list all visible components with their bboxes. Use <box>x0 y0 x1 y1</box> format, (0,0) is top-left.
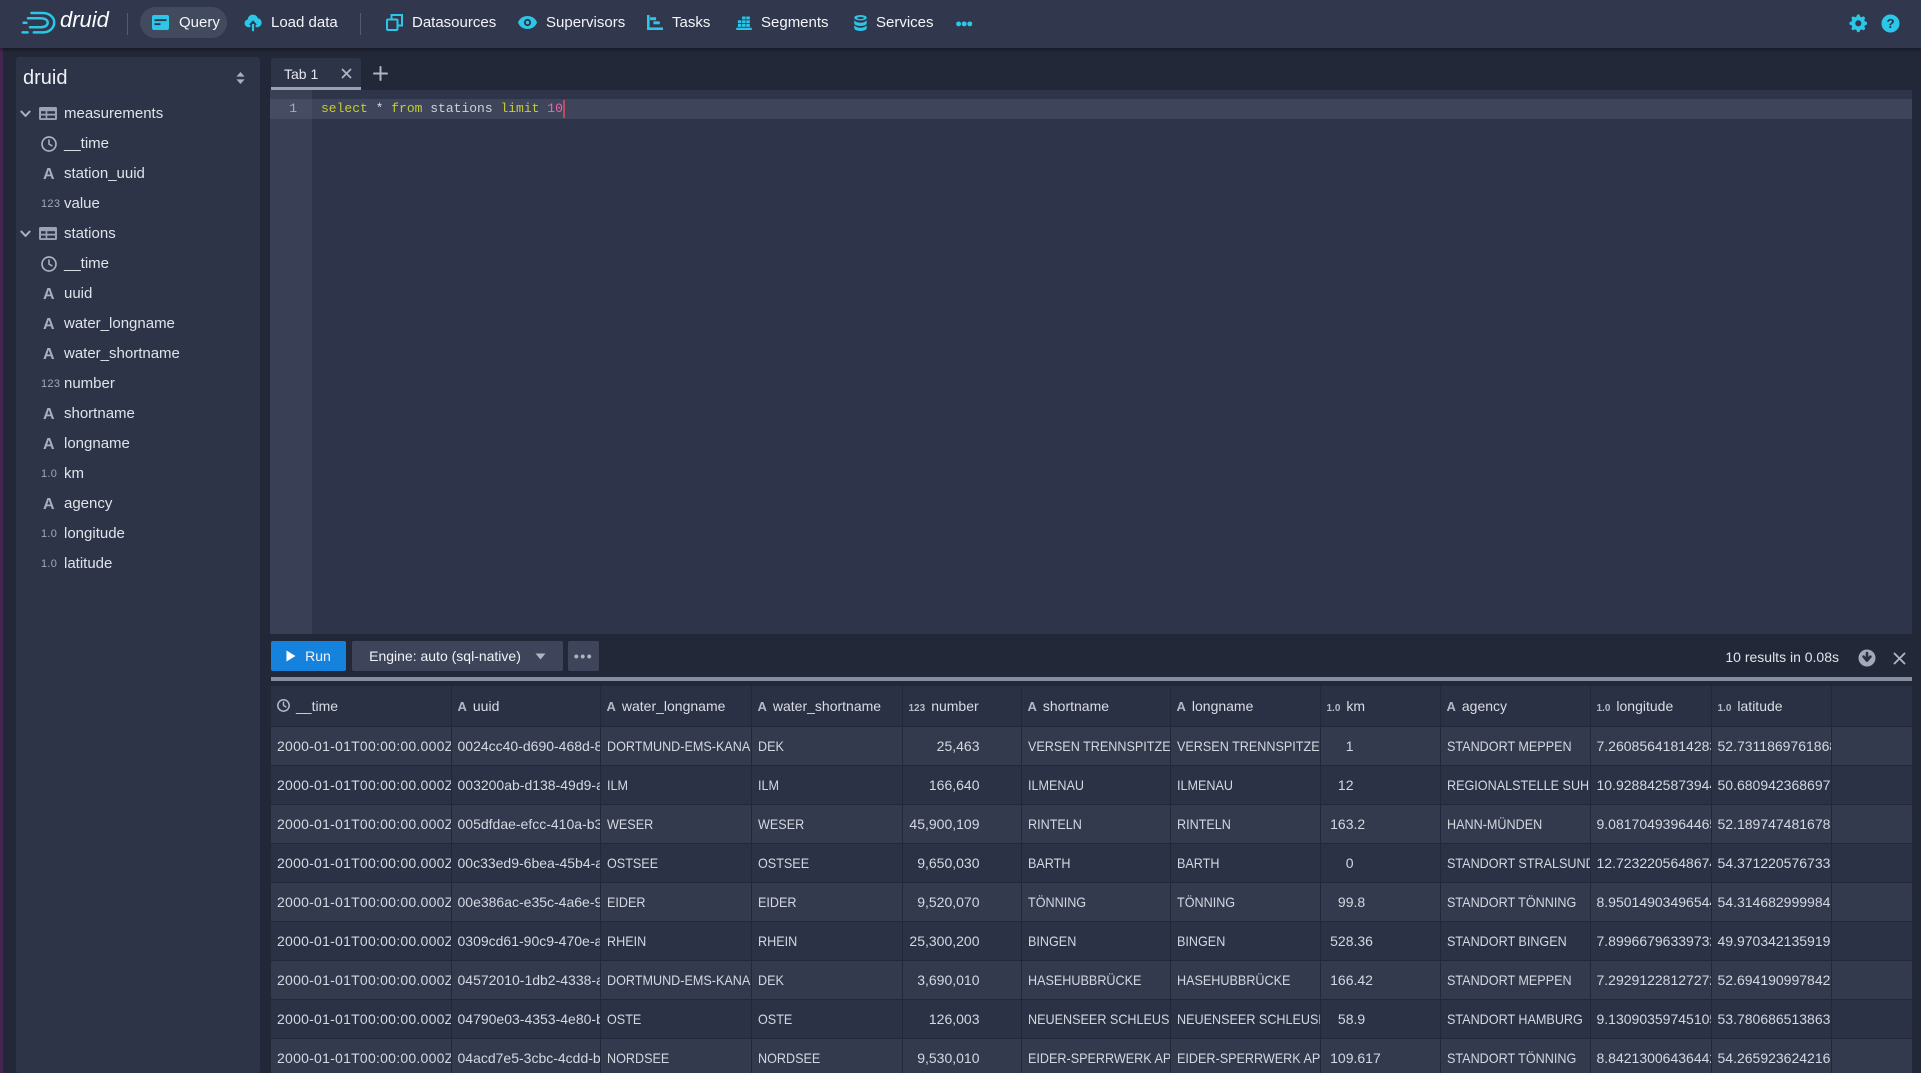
svg-text:?: ? <box>1886 16 1894 31</box>
